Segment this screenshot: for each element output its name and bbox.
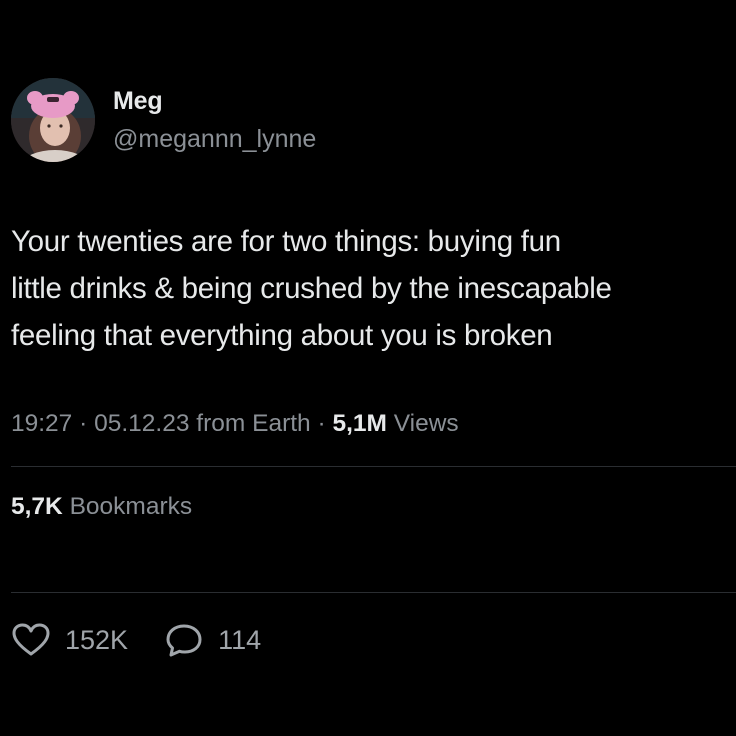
like-button[interactable]: 152K [11,622,128,658]
replies-count: 114 [218,625,262,655]
bookmarks-count: 5,7K [11,493,63,520]
meta-separator: · [79,410,88,437]
tweet-date[interactable]: 05.12.23 [94,410,189,437]
tweet-actions: 152K 114 [11,620,261,660]
likes-count: 152K [65,625,129,655]
tweet-card: Meg @megannn_lynne Your twenties are for… [0,0,736,736]
author-handle[interactable]: @megannn_lynne [113,124,316,154]
views-label: Views [393,410,459,437]
divider [11,592,736,593]
tweet-time[interactable]: 19:27 [11,410,72,437]
tweet-metadata: 19:27 · 05.12.23 from Earth · 5,1M Views [11,407,459,441]
tweet-text-line: little drinks & being crushed by the ine… [11,272,612,305]
tweet-source: from Earth [196,410,311,437]
views-count: 5,1M [332,410,387,437]
divider [11,466,736,467]
reply-button[interactable]: 114 [164,622,261,658]
reply-bubble-icon [166,624,202,657]
heart-icon [12,623,50,656]
tweet-text: Your twenties are for two things: buying… [11,218,733,359]
meta-separator: · [317,410,326,437]
bookmarks-stat[interactable]: 5,7K Bookmarks [11,490,192,524]
tweet-text-line: Your twenties are for two things: buying… [11,225,561,258]
bookmarks-label: Bookmarks [69,493,193,520]
tweet-text-line: feeling that everything about you is bro… [11,319,553,352]
author-display-name[interactable]: Meg [113,86,163,116]
profile-avatar[interactable] [11,78,95,162]
